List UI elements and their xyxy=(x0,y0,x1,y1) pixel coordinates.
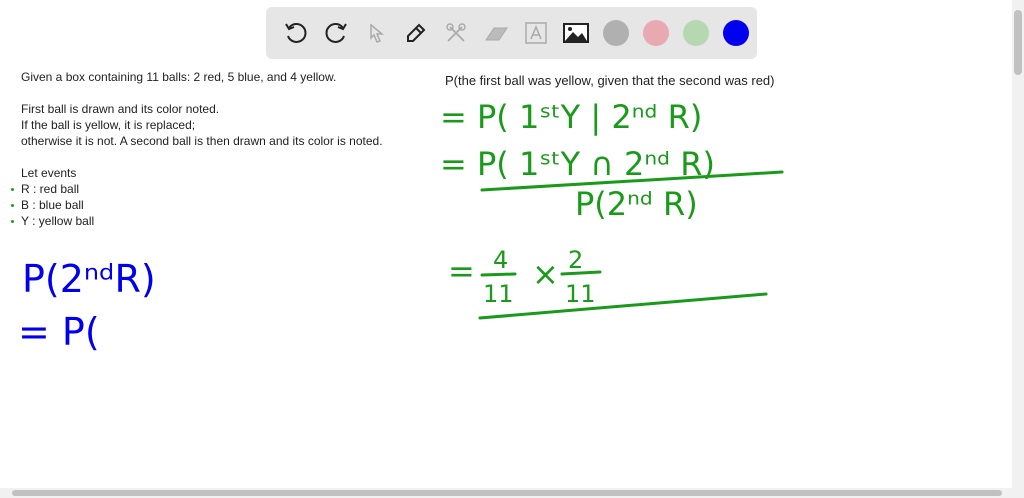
fraction-bar xyxy=(480,272,517,277)
fraction-bar xyxy=(478,292,768,320)
scrollbar-thumb[interactable] xyxy=(1014,10,1022,75)
fraction-denominator: 11 xyxy=(483,280,514,308)
fraction-numerator: 4 xyxy=(493,246,508,274)
horizontal-scrollbar[interactable] xyxy=(0,488,1024,498)
fraction-denominator: 11 xyxy=(565,280,596,308)
green-ink-line: P(2ⁿᵈ R) xyxy=(575,185,698,223)
blue-ink-line: = P( xyxy=(18,310,100,354)
fraction-bar xyxy=(560,270,602,276)
green-ink-line: = P( 1ˢᵗY | 2ⁿᵈ R) xyxy=(440,98,702,136)
times-sign: × xyxy=(532,255,559,293)
fraction-numerator: 2 xyxy=(568,246,583,274)
scrollbar-thumb[interactable] xyxy=(12,490,1002,496)
vertical-scrollbar[interactable] xyxy=(1012,0,1024,488)
blue-ink-line: P(2ⁿᵈR) xyxy=(22,257,156,301)
handwriting-canvas[interactable]: P(2ⁿᵈR) = P( = P( 1ˢᵗY | 2ⁿᵈ R) = P( 1ˢᵗ… xyxy=(0,0,1012,488)
green-ink-line: = xyxy=(448,252,475,290)
